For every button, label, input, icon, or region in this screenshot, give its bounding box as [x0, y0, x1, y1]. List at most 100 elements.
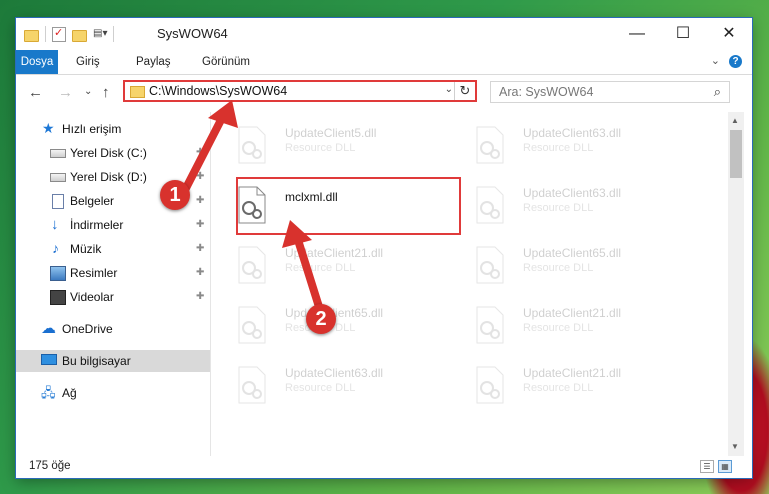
help-icon[interactable]: ?: [729, 55, 742, 68]
pin-icon: ✚: [196, 219, 205, 230]
file-name: UpdateClient63.dll: [285, 366, 384, 380]
network-icon: 🖧: [41, 385, 56, 400]
new-folder-icon[interactable]: [72, 29, 87, 42]
back-button[interactable]: ←: [28, 84, 43, 101]
sidebar-item-downloads[interactable]: ↓ İndirmeler ✚: [16, 214, 210, 236]
cloud-icon: ☁: [41, 320, 56, 337]
tab-share[interactable]: Paylaş: [126, 50, 181, 74]
file-item[interactable]: UpdateClient21.dll Resource DLL: [459, 360, 679, 412]
file-type: Resource DLL: [523, 262, 594, 274]
pin-icon: ✚: [196, 291, 205, 302]
dll-file-icon: [476, 186, 504, 224]
item-count: 175 öğe: [29, 460, 71, 472]
file-name: UpdateClient21.dll: [285, 246, 384, 260]
scrollbar-thumb[interactable]: [730, 130, 742, 178]
sidebar-item-label: Belgeler: [70, 194, 115, 208]
toolbar-separator: [45, 26, 46, 42]
file-name: UpdateClient5.dll: [285, 126, 377, 140]
file-item[interactable]: UpdateClient65.dll Resource DLL: [459, 240, 679, 292]
recent-locations-button[interactable]: ⌄: [84, 86, 92, 97]
sidebar-item-label: Bu bilgisayar: [62, 354, 131, 368]
file-name: UpdateClient21.dll: [523, 366, 622, 380]
title-bar: ▤▾ SysWOW64 — ☐ ✕: [16, 18, 752, 50]
pin-icon: ✚: [196, 267, 205, 278]
dll-file-icon: [238, 366, 266, 404]
file-item[interactable]: UpdateClient63.dll Resource DLL: [459, 180, 679, 232]
pictures-icon: [50, 266, 66, 281]
sidebar-item-label: Ağ: [62, 386, 77, 400]
pin-icon: ✚: [196, 243, 205, 254]
dll-file-icon: [476, 366, 504, 404]
sidebar-item-music[interactable]: ♪ Müzik ✚: [16, 238, 210, 260]
sidebar-item-onedrive[interactable]: ☁ OneDrive: [16, 318, 210, 340]
sidebar-item-pictures[interactable]: Resimler ✚: [16, 262, 210, 284]
videos-icon: [50, 290, 66, 305]
computer-icon: [41, 354, 57, 365]
sidebar-item-label: Videolar: [70, 290, 114, 304]
file-type: Resource DLL: [523, 142, 594, 154]
tab-file[interactable]: Dosya: [16, 50, 58, 74]
file-name: UpdateClient63.dll: [523, 186, 622, 200]
sidebar-item-network[interactable]: 🖧 Ağ: [16, 382, 210, 404]
details-view-icon[interactable]: ☰: [700, 460, 714, 473]
sidebar-item-label: OneDrive: [62, 322, 113, 336]
status-bar: 175 öğe ☰ ▦: [16, 456, 752, 478]
star-icon: ★: [42, 120, 55, 136]
sidebar-item-label: Hızlı erişim: [62, 122, 122, 136]
file-item[interactable]: UpdateClient5.dll Resource DLL: [221, 120, 441, 172]
sidebar-item-label: Yerel Disk (C:): [70, 146, 147, 160]
dll-file-icon: [238, 126, 266, 164]
sidebar-item-label: İndirmeler: [70, 218, 124, 232]
dll-file-icon: [238, 246, 266, 284]
tab-home[interactable]: Giriş: [66, 50, 110, 74]
file-type: Resource DLL: [285, 142, 356, 154]
drive-icon: [50, 173, 66, 182]
file-item[interactable]: UpdateClient63.dll Resource DLL: [221, 360, 441, 412]
search-icon[interactable]: ⌕: [714, 84, 721, 100]
refresh-button[interactable]: ↻: [454, 82, 475, 100]
expand-ribbon-icon[interactable]: ⌄: [711, 54, 720, 67]
maximize-button[interactable]: ☐: [660, 18, 706, 50]
sidebar-item-this-pc[interactable]: Bu bilgisayar: [16, 350, 210, 372]
scroll-up-icon[interactable]: ▲: [731, 116, 739, 125]
file-item[interactable]: UpdateClient21.dll Resource DLL: [221, 240, 441, 292]
sidebar-item-label: Müzik: [70, 242, 102, 256]
sidebar-item-label: Resimler: [70, 266, 118, 280]
tab-view[interactable]: Görünüm: [192, 50, 260, 74]
download-icon: ↓: [51, 216, 59, 233]
up-button[interactable]: ↑: [102, 84, 110, 101]
pin-icon: ✚: [196, 171, 205, 182]
dll-file-icon: [238, 306, 266, 344]
documents-icon: [52, 194, 64, 209]
file-list: UpdateClient5.dll Resource DLL UpdateCli…: [221, 112, 727, 456]
quick-access-toolbar: ▤▾: [24, 26, 114, 42]
music-icon: ♪: [52, 240, 59, 256]
large-icons-view-icon[interactable]: ▦: [718, 460, 732, 473]
dll-file-icon: [476, 246, 504, 284]
ribbon-tabs: Dosya Giriş Paylaş Görünüm ⌄ ?: [16, 50, 752, 75]
minimize-button[interactable]: —: [614, 18, 660, 50]
address-bar[interactable]: C:\Windows\SysWOW64 ⌄ ↻: [123, 80, 477, 102]
properties-icon[interactable]: [52, 26, 66, 42]
explorer-window: ▤▾ SysWOW64 — ☐ ✕ Dosya Giriş Paylaş Gör…: [16, 18, 752, 478]
dll-file-icon: [476, 306, 504, 344]
file-type: Resource DLL: [285, 262, 356, 274]
sidebar-item-local-disk-c[interactable]: Yerel Disk (C:) ✚: [16, 142, 210, 164]
search-box[interactable]: Ara: SysWOW64 ⌕: [490, 81, 730, 103]
customize-toolbar-icon[interactable]: ▤▾: [93, 27, 107, 41]
pin-icon: ✚: [196, 147, 205, 158]
sidebar-item-quick-access[interactable]: ★ Hızlı erişim: [16, 118, 210, 140]
forward-button[interactable]: →: [58, 84, 73, 101]
file-item[interactable]: UpdateClient21.dll Resource DLL: [459, 300, 679, 352]
file-item[interactable]: UpdateClient63.dll Resource DLL: [459, 120, 679, 172]
search-placeholder: Ara: SysWOW64: [499, 85, 594, 99]
highlight-box: [236, 177, 461, 235]
scroll-down-icon[interactable]: ▼: [731, 442, 739, 451]
close-button[interactable]: ✕: [706, 18, 752, 50]
address-dropdown-icon[interactable]: ⌄: [445, 84, 453, 95]
dll-file-icon: [476, 126, 504, 164]
sidebar-item-videos[interactable]: Videolar ✚: [16, 286, 210, 308]
window-title: SysWOW64: [157, 26, 228, 41]
file-name: UpdateClient65.dll: [523, 246, 622, 260]
vertical-scrollbar[interactable]: ▲ ▼: [728, 112, 744, 456]
